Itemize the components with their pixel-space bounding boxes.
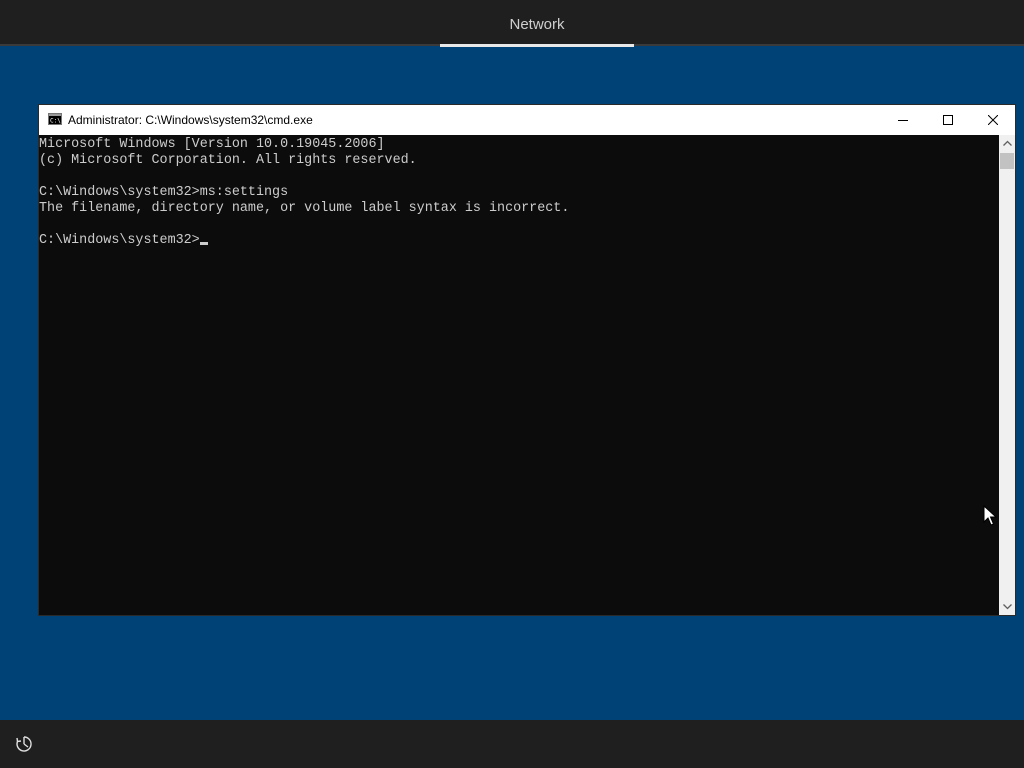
maximize-button[interactable]	[925, 105, 971, 135]
maximize-icon	[943, 115, 953, 125]
scroll-thumb[interactable]	[1000, 153, 1014, 169]
chevron-down-icon	[1002, 604, 1012, 610]
tab-active-indicator	[440, 44, 634, 47]
cmd-icon: C:\	[48, 113, 62, 125]
scroll-up-button[interactable]	[999, 135, 1015, 151]
cmd-titlebar[interactable]: C:\ Administrator: C:\Windows\system32\c…	[39, 105, 1015, 135]
text-cursor	[199, 242, 208, 245]
close-button[interactable]	[970, 105, 1016, 135]
chevron-up-icon	[1002, 140, 1012, 146]
tab-network[interactable]: Network	[440, 0, 634, 46]
mouse-pointer-icon	[983, 505, 997, 526]
close-icon	[988, 115, 998, 125]
bottom-bar	[0, 720, 1024, 768]
cmd-title: Administrator: C:\Windows\system32\cmd.e…	[68, 113, 313, 127]
vertical-scrollbar[interactable]	[999, 135, 1015, 615]
console-prompt-line[interactable]: C:\Windows\system32>	[39, 233, 999, 249]
console-output[interactable]: Microsoft Windows [Version 10.0.19045.20…	[39, 135, 999, 615]
console-line: (c) Microsoft Corporation. All rights re…	[39, 153, 417, 168]
cmd-window: C:\ Administrator: C:\Windows\system32\c…	[38, 104, 1016, 616]
console-line: The filename, directory name, or volume …	[39, 201, 570, 216]
minimize-icon	[898, 120, 908, 121]
svg-text:C:\: C:\	[50, 118, 61, 125]
top-bar: Network	[0, 0, 1024, 47]
scroll-down-button[interactable]	[999, 599, 1015, 615]
ease-of-access-icon[interactable]	[14, 734, 34, 754]
minimize-button[interactable]	[880, 105, 926, 135]
console-line: Microsoft Windows [Version 10.0.19045.20…	[39, 137, 385, 152]
console-prompt: C:\Windows\system32>	[39, 233, 200, 248]
console-line: C:\Windows\system32>ms:settings	[39, 185, 289, 200]
